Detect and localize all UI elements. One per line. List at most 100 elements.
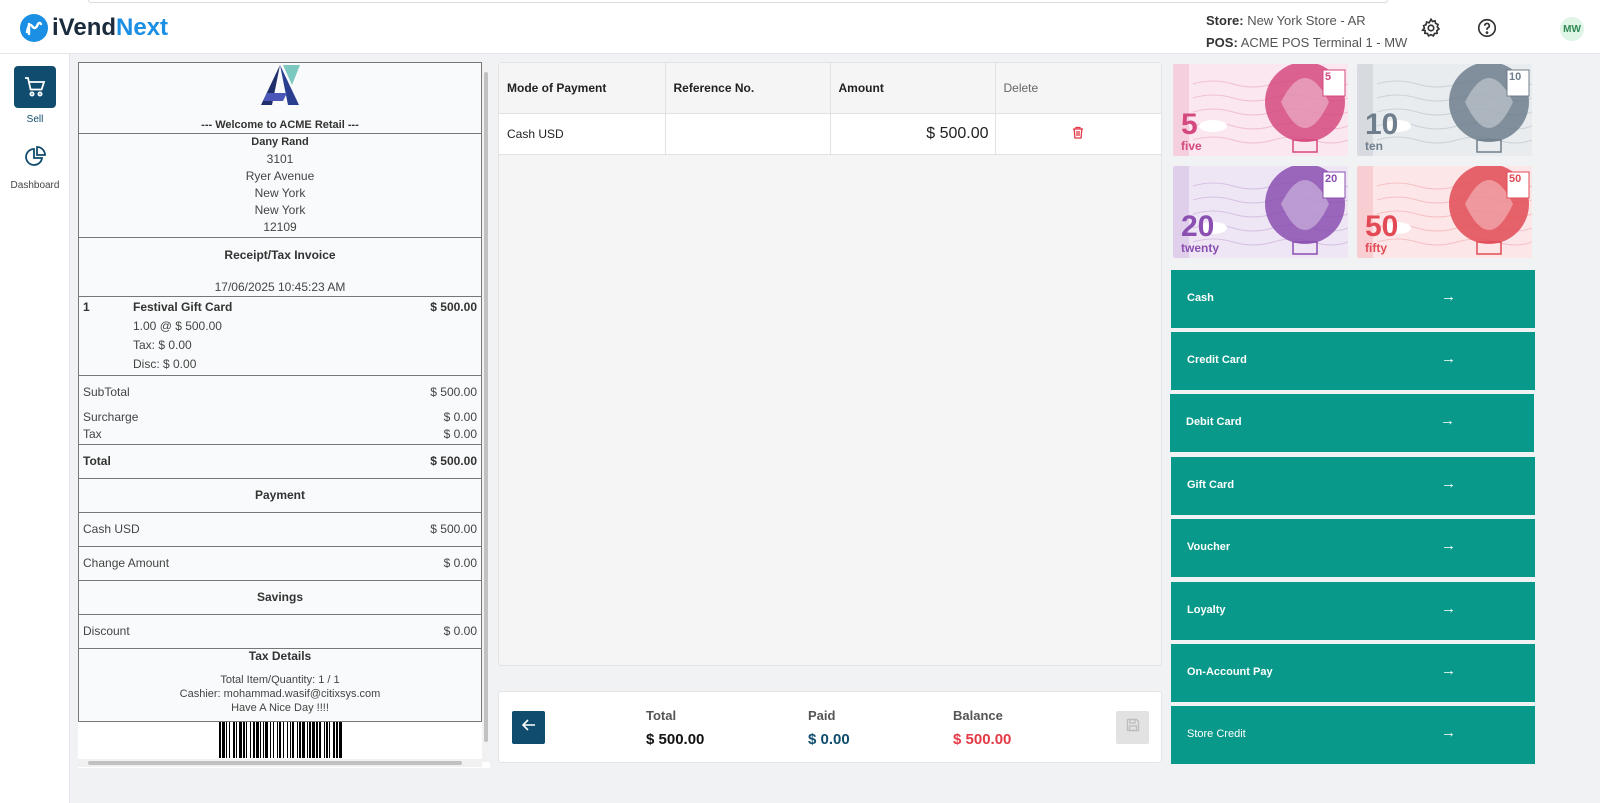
brand-name-part2: Next [116, 14, 169, 41]
arrow-right-icon: → [1441, 350, 1456, 367]
tender-button-cash[interactable]: Cash → [1171, 270, 1535, 328]
banknote-corner-number: 20 [1325, 173, 1338, 185]
total-value: $ 500.00 [430, 454, 477, 468]
tender-button-voucher[interactable]: Voucher → [1171, 519, 1535, 577]
store-value: New York Store - AR [1247, 13, 1366, 28]
footer-line: Cashier: mohammad.wasif@citixsys.com [179, 688, 381, 700]
balance-label: Balance [953, 708, 1003, 723]
arrow-right-icon: → [1441, 537, 1456, 554]
banknote-corner-number: 50 [1509, 173, 1522, 185]
item-price: $ 500.00 [430, 300, 477, 314]
banknote-10[interactable]: 10 10 ten [1357, 64, 1532, 156]
change-label: Change Amount [83, 556, 170, 570]
col-delete: Delete [995, 63, 1161, 114]
ivend-logo-icon [20, 14, 48, 42]
tender-button-loyalty[interactable]: Loyalty → [1171, 582, 1535, 640]
arrow-right-icon: → [1441, 475, 1456, 492]
arrow-right-icon: → [1440, 412, 1455, 429]
pie-chart-icon [14, 142, 56, 172]
arrow-right-icon: → [1441, 288, 1456, 305]
acme-logo [79, 63, 481, 119]
tax-label: Tax [83, 427, 102, 441]
banknote-value: 10 [1365, 108, 1399, 141]
barcode-bar [338, 722, 342, 758]
col-reference-no: Reference No. [665, 63, 831, 114]
paid-label: Paid [808, 708, 836, 723]
store-info: Store: New York Store - AR POS: ACME POS… [1206, 10, 1407, 54]
save-button[interactable] [1116, 711, 1149, 744]
sidebar-item-dashboard[interactable]: Dashboard [0, 142, 70, 191]
savings-heading: Savings [256, 590, 304, 604]
payment-mode-cell: Cash USD [499, 113, 666, 155]
footer-line: Have A Nice Day !!!! [231, 702, 329, 714]
receipt-preview[interactable]: --- Welcome to ACME Retail --- Dany Rand… [78, 62, 490, 768]
store-label: Store: [1206, 13, 1244, 28]
trash-icon[interactable] [1072, 126, 1084, 142]
amount-cell[interactable]: $ 500.00 [830, 113, 996, 155]
customer-name: Dany Rand [251, 136, 309, 148]
receipt-vertical-scrollbar[interactable] [482, 62, 490, 762]
footer-line: Total Item/Quantity: 1 / 1 [220, 674, 340, 686]
back-button[interactable] [512, 711, 545, 744]
banknote-corner-number: 10 [1509, 71, 1522, 83]
user-avatar[interactable]: MW [1560, 17, 1584, 41]
tender-label: Cash [1187, 292, 1214, 304]
item-name: Festival Gift Card [133, 300, 233, 314]
arrow-right-icon: → [1441, 600, 1456, 617]
pos-label: POS: [1206, 35, 1238, 50]
tender-label: Store Credit [1187, 728, 1246, 740]
help-icon[interactable] [1476, 17, 1498, 39]
banknote-label: 50 fifty [1365, 212, 1398, 256]
reference-cell[interactable] [665, 113, 831, 155]
sidebar: Sell Dashboard [0, 54, 70, 803]
sidebar-item-label: Dashboard [10, 180, 60, 191]
tender-label: Debit Card [1186, 416, 1242, 428]
receipt-title: Receipt/Tax Invoice [224, 248, 336, 262]
receipt-horizontal-scrollbar[interactable] [78, 759, 482, 767]
banknote-word: ten [1365, 139, 1383, 153]
item-number: 1 [83, 300, 90, 314]
tender-button-credit-card[interactable]: Credit Card → [1171, 332, 1535, 390]
item-qty-line: 1.00 @ $ 500.00 [133, 319, 222, 333]
banknote-word: twenty [1181, 241, 1220, 255]
col-amount: Amount [830, 63, 996, 114]
tax-details-heading: Tax Details [248, 649, 312, 663]
payment-value: $ 500.00 [430, 522, 477, 536]
pos-value: ACME POS Terminal 1 - MW [1240, 35, 1408, 50]
address-line: New York [254, 203, 306, 217]
totals-bar: Total $ 500.00 Paid $ 0.00 Balance $ 500… [498, 691, 1162, 763]
tender-button-debit-card[interactable]: Debit Card → [1170, 394, 1534, 452]
tender-button-on-account-pay[interactable]: On-Account Pay → [1171, 644, 1535, 702]
app-logo[interactable]: iVend Next [20, 14, 168, 42]
banknote-label: 20 twenty [1181, 212, 1220, 256]
cart-icon [14, 66, 56, 108]
col-mode-of-payment: Mode of Payment [499, 63, 666, 114]
arrow-left-icon [521, 718, 536, 737]
banknote-corner-number: 5 [1325, 71, 1332, 83]
tender-button-gift-card[interactable]: Gift Card → [1171, 457, 1535, 515]
settings-gear-icon[interactable] [1420, 17, 1442, 39]
tender-label: Credit Card [1187, 354, 1247, 366]
subtotal-value: $ 500.00 [430, 385, 477, 399]
change-value: $ 0.00 [443, 556, 477, 570]
table-row[interactable]: Cash USD $ 500.00 [499, 113, 1161, 155]
banknote-label: 5 five [1181, 110, 1202, 154]
address-line: Ryer Avenue [245, 169, 315, 183]
total-amount: $ 500.00 [646, 731, 705, 748]
address-line: New York [254, 186, 306, 200]
banknote-50[interactable]: 50 50 fifty [1357, 166, 1532, 258]
tender-button-store-credit[interactable]: Store Credit → [1171, 706, 1535, 764]
tax-value: $ 0.00 [443, 427, 477, 441]
banknote-label: 10 ten [1365, 108, 1399, 154]
receipt-item-row: 1 Festival Gift Card $ 500.00 [79, 297, 481, 316]
banknote-5[interactable]: 5 5 five [1173, 64, 1348, 156]
sidebar-item-sell[interactable]: Sell [0, 66, 70, 125]
top-search-edge [88, 0, 1388, 3]
subtotal-label: SubTotal [83, 385, 130, 399]
tender-label: Loyalty [1187, 604, 1226, 616]
payment-list-panel: Mode of Payment Reference No. Amount Del… [498, 62, 1162, 666]
paid-amount: $ 0.00 [808, 731, 850, 748]
banknote-20[interactable]: 20 20 twenty [1173, 166, 1348, 258]
payment-heading: Payment [254, 488, 306, 502]
receipt-datetime: 17/06/2025 10:45:23 AM [214, 280, 346, 294]
